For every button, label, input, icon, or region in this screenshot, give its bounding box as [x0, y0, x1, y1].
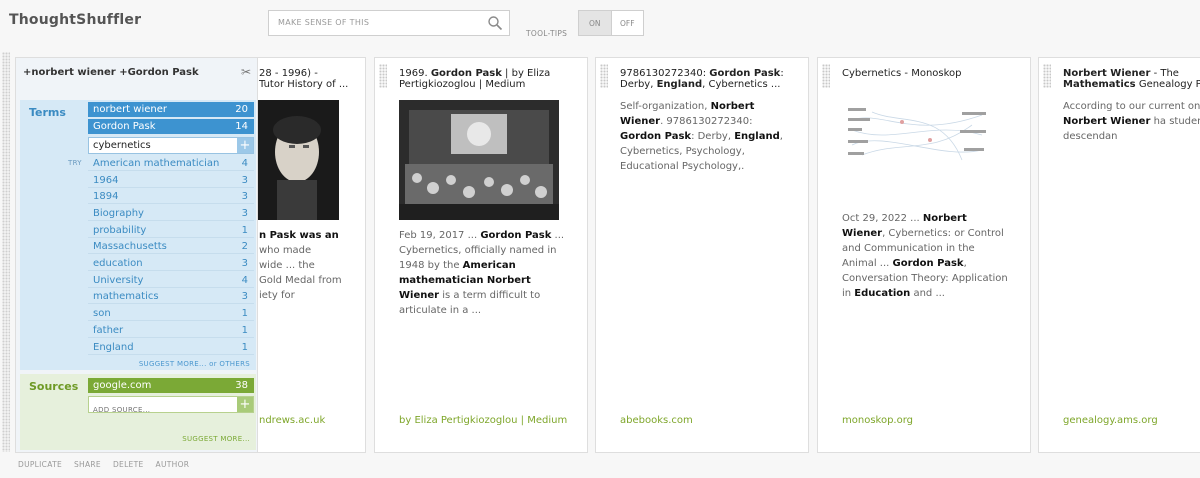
- tooltips-label: TOOL-TIPS: [526, 29, 568, 38]
- drag-handle[interactable]: [822, 64, 830, 88]
- share-button[interactable]: SHARE: [74, 460, 101, 469]
- result-card[interactable]: Cybernetics - Monoskop Oct 29, 2022 ... …: [817, 57, 1031, 453]
- selected-source[interactable]: google.com 38: [88, 378, 254, 393]
- scissors-icon[interactable]: ✂: [241, 65, 251, 79]
- suggested-term[interactable]: probability 1: [88, 223, 254, 238]
- suggested-term[interactable]: Biography 3: [88, 206, 254, 221]
- card-title[interactable]: Norbert Wiener - The Mathematics Genealo…: [1063, 68, 1200, 90]
- suggested-term[interactable]: 1894 3: [88, 189, 254, 204]
- author-button[interactable]: AUTHOR: [156, 460, 190, 469]
- card-source[interactable]: monoskop.org: [842, 415, 913, 426]
- suggested-term[interactable]: Massachusetts 2: [88, 239, 254, 254]
- card-title[interactable]: 28 - 1996) - Tutor History of ...: [259, 68, 355, 90]
- suggested-term[interactable]: England 1: [88, 340, 254, 355]
- card-source[interactable]: abebooks.com: [620, 415, 693, 426]
- card-description: n Pask was an who made wide ... the Gold…: [259, 230, 342, 301]
- card-thumbnail[interactable]: [399, 100, 559, 220]
- card-description: Oct 29, 2022 ... Norbert Wiener, Cyberne…: [842, 213, 1008, 299]
- add-source-button[interactable]: +: [237, 397, 253, 412]
- delete-button[interactable]: DELETE: [113, 460, 144, 469]
- tooltips-toggle[interactable]: ON OFF: [578, 10, 644, 36]
- card-title[interactable]: Cybernetics - Monoskop: [842, 68, 1020, 79]
- suggested-term[interactable]: father 1: [88, 323, 254, 338]
- drag-handle[interactable]: [600, 64, 608, 88]
- sources-label: Sources: [29, 380, 79, 393]
- card-source[interactable]: ndrews.ac.uk: [259, 415, 325, 426]
- suggested-term[interactable]: education 3: [88, 256, 254, 271]
- suggested-term[interactable]: son 1: [88, 306, 254, 321]
- search-box[interactable]: MAKE SENSE OF THIS: [268, 10, 510, 36]
- duplicate-button[interactable]: DUPLICATE: [18, 460, 62, 469]
- add-term-button[interactable]: +: [237, 138, 253, 153]
- query-panel: +norbert wiener +Gordon Pask ✂ Terms nor…: [15, 57, 258, 453]
- add-source-field[interactable]: +: [88, 396, 254, 418]
- result-card[interactable]: Norbert Wiener - The Mathematics Genealo…: [1038, 57, 1200, 453]
- card-source[interactable]: by Eliza Pertigkiozoglou | Medium: [399, 415, 567, 426]
- card-source[interactable]: genealogy.ams.org: [1063, 415, 1158, 426]
- left-drag-strip: [2, 52, 10, 452]
- card-thumbnail[interactable]: [842, 100, 994, 170]
- suggest-more-sources-link[interactable]: SUGGEST MORE...: [182, 435, 250, 443]
- query-title: +norbert wiener +Gordon Pask: [23, 67, 199, 78]
- top-bar: ThoughtShuffler MAKE SENSE OF THIS TOOL-…: [0, 0, 1200, 50]
- card-thumbnail[interactable]: [257, 100, 339, 220]
- try-label: TRY: [68, 159, 82, 167]
- suggest-more-terms-link[interactable]: SUGGEST MORE... or OTHERS: [139, 360, 250, 368]
- selected-term[interactable]: Gordon Pask 14: [88, 119, 254, 134]
- term-input[interactable]: cybernetics +: [88, 137, 254, 154]
- terms-label: Terms: [29, 106, 66, 119]
- card-title[interactable]: 9786130272340: Gordon Pask: Derby, Engla…: [620, 68, 798, 90]
- suggested-term[interactable]: 1964 3: [88, 173, 254, 188]
- drag-handle[interactable]: [1043, 64, 1051, 88]
- drag-handle[interactable]: [379, 64, 387, 88]
- suggested-term[interactable]: American mathematician 4: [88, 156, 254, 171]
- result-card[interactable]: 9786130272340: Gordon Pask: Derby, Engla…: [595, 57, 809, 453]
- card-title[interactable]: 1969. Gordon Pask | by Eliza Pertigkiozo…: [399, 68, 577, 90]
- card-description: According to our current on-li database,…: [1063, 101, 1200, 142]
- card-description: Self-organization, Norbert Wiener. 97861…: [620, 101, 783, 172]
- card-description: Feb 19, 2017 ... Gordon Pask ... Cyberne…: [399, 230, 565, 316]
- search-placeholder: MAKE SENSE OF THIS: [278, 18, 370, 27]
- toggle-off[interactable]: OFF: [612, 11, 644, 35]
- result-card[interactable]: 1969. Gordon Pask | by Eliza Pertigkiozo…: [374, 57, 588, 453]
- footer-actions: DUPLICATE SHARE DELETE AUTHOR: [18, 460, 189, 469]
- search-icon[interactable]: [487, 15, 503, 31]
- add-source-input[interactable]: [89, 402, 229, 418]
- suggested-term[interactable]: mathematics 3: [88, 289, 254, 304]
- app-logo[interactable]: ThoughtShuffler: [9, 12, 141, 28]
- selected-term[interactable]: norbert wiener 20: [88, 102, 254, 117]
- suggested-term[interactable]: University 4: [88, 273, 254, 288]
- toggle-on[interactable]: ON: [579, 11, 612, 35]
